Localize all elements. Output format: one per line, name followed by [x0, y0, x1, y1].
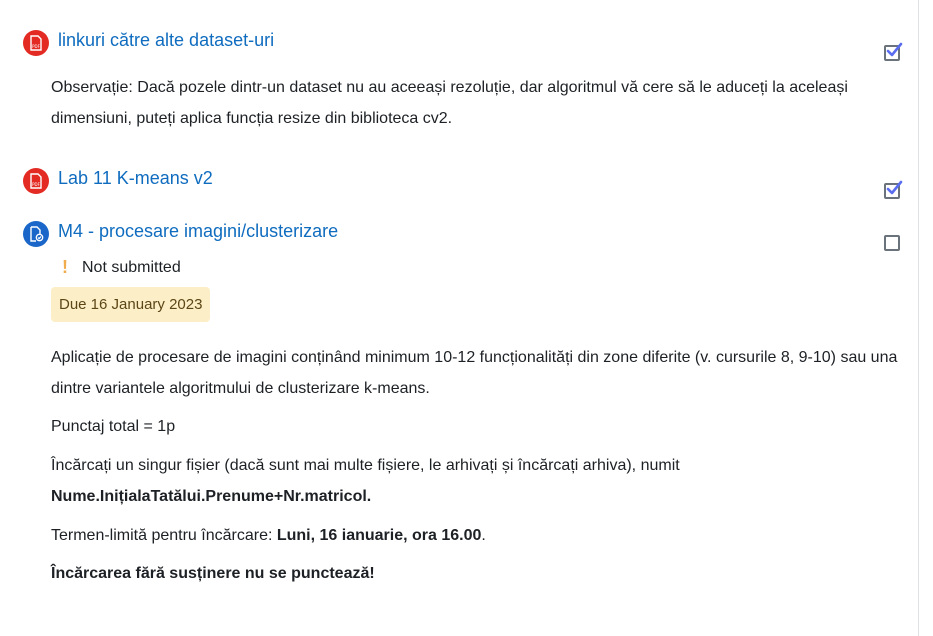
assignment-icon — [23, 221, 49, 247]
due-date-badge: Due 16 January 2023 — [51, 287, 211, 322]
deadline-label: Termen-limită pentru încărcare: — [51, 527, 277, 544]
grading-note: Încărcarea fără susținere nu se puncteaz… — [51, 565, 375, 582]
completion-checkbox-m4-assignment[interactable] — [884, 235, 900, 251]
file-pdf-icon: PDF — [23, 168, 49, 194]
activity-link-m4-assignment[interactable]: M4 - procesare imagini/clusterizare — [58, 221, 338, 242]
assignment-description-p2: Punctaj total = 1p — [51, 418, 176, 435]
activity-link-lab11[interactable]: Lab 11 K-means v2 — [58, 168, 213, 189]
submission-status-text: Not submitted — [82, 258, 181, 276]
completion-checkbox-lab11[interactable] — [884, 180, 903, 199]
submission-status: ! Not submitted — [62, 257, 181, 278]
assignment-description-p4: Termen-limită pentru încărcare: Luni, 16… — [51, 520, 486, 551]
activity-description-dataset-links: Observație: Dacă pozele dintr-un dataset… — [51, 79, 848, 127]
activity-link-dataset-links[interactable]: linkuri către alte dataset-uri — [58, 30, 274, 51]
svg-text:PDF: PDF — [32, 44, 40, 49]
assignment-description-p1: Aplicație de procesare de imagini conțin… — [51, 349, 898, 397]
assignment-description-p3: Încărcați un singur fișier (dacă sunt ma… — [51, 450, 911, 512]
assignment-description-p5: Încărcarea fără susținere nu se puncteaz… — [51, 558, 375, 589]
warning-icon: ! — [62, 257, 68, 277]
content-right-border — [918, 0, 919, 636]
file-pdf-icon: PDF — [23, 30, 49, 56]
deadline-value: Luni, 16 ianuarie, ora 16.00 — [276, 527, 482, 544]
deadline-period: . — [481, 527, 486, 544]
upload-instructions-text: Încărcați un singur fișier (dacă sunt ma… — [51, 457, 680, 474]
file-naming-format: Nume.InițialaTatălui.Prenume+Nr.matricol… — [51, 488, 372, 505]
completion-checkbox-dataset-links[interactable] — [884, 42, 903, 61]
svg-text:PDF: PDF — [32, 182, 40, 187]
